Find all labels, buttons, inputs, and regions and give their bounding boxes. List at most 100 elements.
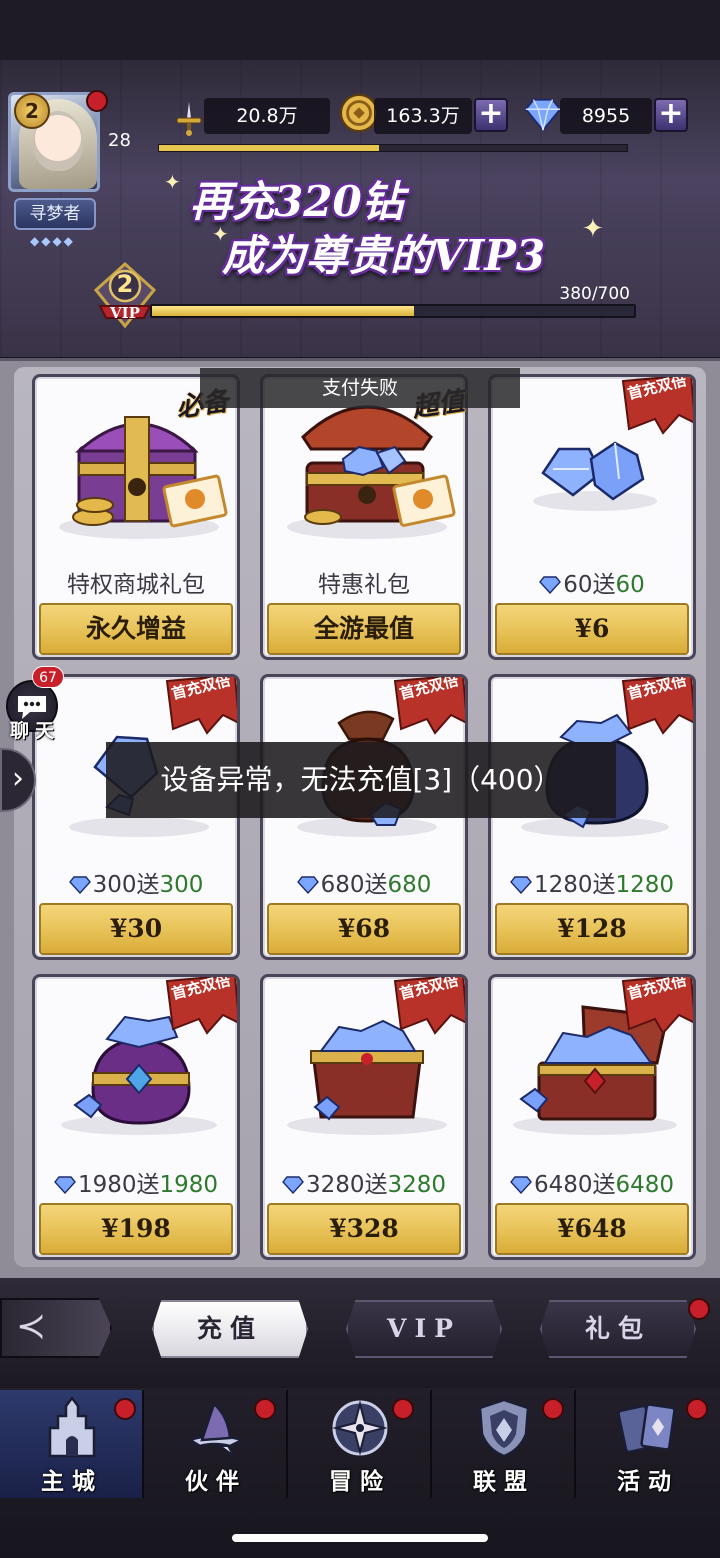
card-amount: 1980送1980 — [35, 1165, 237, 1199]
player-title-badge[interactable]: 寻梦者 — [14, 198, 96, 230]
exp-progress-fill — [159, 145, 379, 151]
card-amount: 1280送1280 — [491, 865, 693, 899]
avatar-notification-dot — [86, 90, 108, 112]
vip-progress-bar — [150, 304, 636, 318]
nav-notification-dot — [542, 1398, 564, 1420]
card-amount: 680送680 — [263, 865, 465, 899]
recharge-card-60[interactable]: 首充双倍 60送60 ¥6 — [488, 374, 696, 660]
bonus-amount: 680 — [387, 872, 432, 898]
recharge-card-1980[interactable]: 首充双倍 1980送1980 ¥198 — [32, 974, 240, 1260]
sparkle-icon: ✦ — [164, 170, 181, 194]
diamond-icon — [296, 874, 319, 895]
diamond-icon — [539, 574, 562, 595]
first-recharge-double-ribbon: 首充双倍 — [619, 677, 693, 737]
payment-failed-toast: 支付失败 — [200, 368, 520, 408]
shield-icon — [472, 1396, 536, 1460]
nav-label: 主城 — [41, 1468, 103, 1495]
promo-line-1: 再充320钻 — [190, 177, 404, 226]
add-gold-button[interactable]: + — [474, 98, 508, 132]
vip-progress-fill — [152, 306, 414, 316]
power-value: 20.8万 — [204, 98, 330, 134]
title-gem-row: ◆◆◆◆ — [30, 234, 75, 248]
promo-line-2: 成为尊贵的VIP3 — [222, 231, 546, 280]
price-button[interactable]: ¥128 — [495, 903, 689, 955]
base-amount: 680送 — [320, 872, 388, 898]
card-name: 特权商城礼包 — [67, 572, 205, 598]
diamond-icon — [54, 1174, 76, 1195]
price-button[interactable]: ¥30 — [39, 903, 233, 955]
first-recharge-double-ribbon: 首充双倍 — [391, 977, 465, 1037]
vip-progress-text: 380/700 — [559, 284, 630, 304]
price-button[interactable]: 永久增益 — [39, 603, 233, 655]
nav-label: 伙伴 — [185, 1468, 247, 1495]
vip-badge-icon: 2 VIP — [92, 261, 158, 329]
player-exp-level: 28 — [108, 130, 131, 151]
base-amount: 3280送 — [305, 1172, 388, 1198]
gold-value: 163.3万 — [374, 98, 472, 134]
base-amount: 1980送 — [77, 1172, 160, 1198]
diamond-icon — [282, 1174, 304, 1195]
card-amount: 60送60 — [491, 565, 693, 599]
base-amount: 60送 — [563, 572, 616, 598]
tab-vip[interactable]: VIP — [346, 1300, 502, 1358]
diamond-icon — [510, 874, 532, 895]
castle-icon — [40, 1395, 104, 1460]
first-recharge-double-ribbon: 首充双倍 — [391, 677, 465, 737]
bonus-amount: 3280 — [387, 1172, 447, 1198]
base-amount: 1280送 — [533, 872, 616, 898]
tab-recharge[interactable]: 充值 — [152, 1300, 308, 1358]
nav-notification-dot — [114, 1398, 136, 1420]
nav-notification-dot — [686, 1398, 708, 1420]
bonus-amount: 1980 — [159, 1172, 219, 1198]
first-recharge-double-ribbon: 首充双倍 — [619, 977, 693, 1037]
nav-label: 联盟 — [473, 1468, 535, 1495]
recharge-card-3280[interactable]: 首充双倍 3280送3280 ¥328 — [260, 974, 468, 1260]
price-button[interactable]: ¥6 — [495, 603, 689, 655]
add-diamond-button[interactable]: + — [654, 98, 688, 132]
card-name: 特惠礼包 — [318, 572, 410, 598]
player-level-badge: 2 — [14, 93, 50, 129]
diamond-value: 8955 — [560, 98, 652, 134]
chat-button[interactable]: 67 聊天 — [0, 666, 66, 750]
price-button[interactable]: 全游最值 — [267, 603, 461, 655]
home-indicator — [232, 1534, 488, 1542]
price-button[interactable]: ¥648 — [495, 1203, 689, 1255]
cards-icon — [616, 1396, 680, 1460]
exp-progress-bar — [158, 144, 628, 152]
nav-label: 冒险 — [329, 1468, 391, 1495]
sparkle-icon: ✦ — [582, 214, 604, 244]
nav-label: 活动 — [617, 1468, 679, 1495]
diamond-icon — [522, 94, 564, 136]
price-button[interactable]: ¥328 — [267, 1203, 461, 1255]
recharge-card-6480[interactable]: 首充双倍 6480送6480 ¥648 — [488, 974, 696, 1260]
gift-tab-notification-dot — [688, 1298, 710, 1320]
bonus-amount: 6480 — [615, 1172, 675, 1198]
bonus-amount: 1280 — [615, 872, 675, 898]
card-amount: 3280送3280 — [263, 1165, 465, 1199]
tab-gift-pack[interactable]: 礼包 — [540, 1300, 696, 1358]
back-arrow-icon[interactable]: ≺ — [0, 1298, 112, 1358]
device-error-toast: 设备异常，无法充值[3]（400） — [106, 742, 616, 818]
chat-unread-count: 67 — [32, 666, 64, 688]
chat-label: 聊天 — [9, 720, 60, 742]
diamond-icon — [68, 874, 91, 895]
nav-notification-dot — [392, 1398, 414, 1420]
vip-level-number: 2 — [116, 270, 134, 298]
price-button[interactable]: ¥198 — [39, 1203, 233, 1255]
recharge-screen: { "player": { "level": "2", "user_level"… — [0, 0, 720, 1558]
card-amount: 6480送6480 — [491, 1165, 693, 1199]
base-amount: 300送 — [92, 872, 160, 898]
card-amount: 300送300 — [35, 865, 237, 899]
wizard-hat-icon — [184, 1396, 248, 1460]
bonus-amount: 300 — [159, 872, 204, 898]
price-button[interactable]: ¥68 — [267, 903, 461, 955]
nav-notification-dot — [254, 1398, 276, 1420]
base-amount: 6480送 — [533, 1172, 616, 1198]
bonus-amount: 60 — [615, 572, 645, 598]
diamond-icon — [510, 1174, 532, 1195]
compass-icon — [328, 1396, 392, 1460]
vip-badge-label: VIP — [110, 304, 140, 322]
first-recharge-double-ribbon: 首充双倍 — [163, 677, 237, 737]
first-recharge-double-ribbon: 首充双倍 — [163, 977, 237, 1037]
first-recharge-double-ribbon: 首充双倍 — [619, 377, 693, 437]
